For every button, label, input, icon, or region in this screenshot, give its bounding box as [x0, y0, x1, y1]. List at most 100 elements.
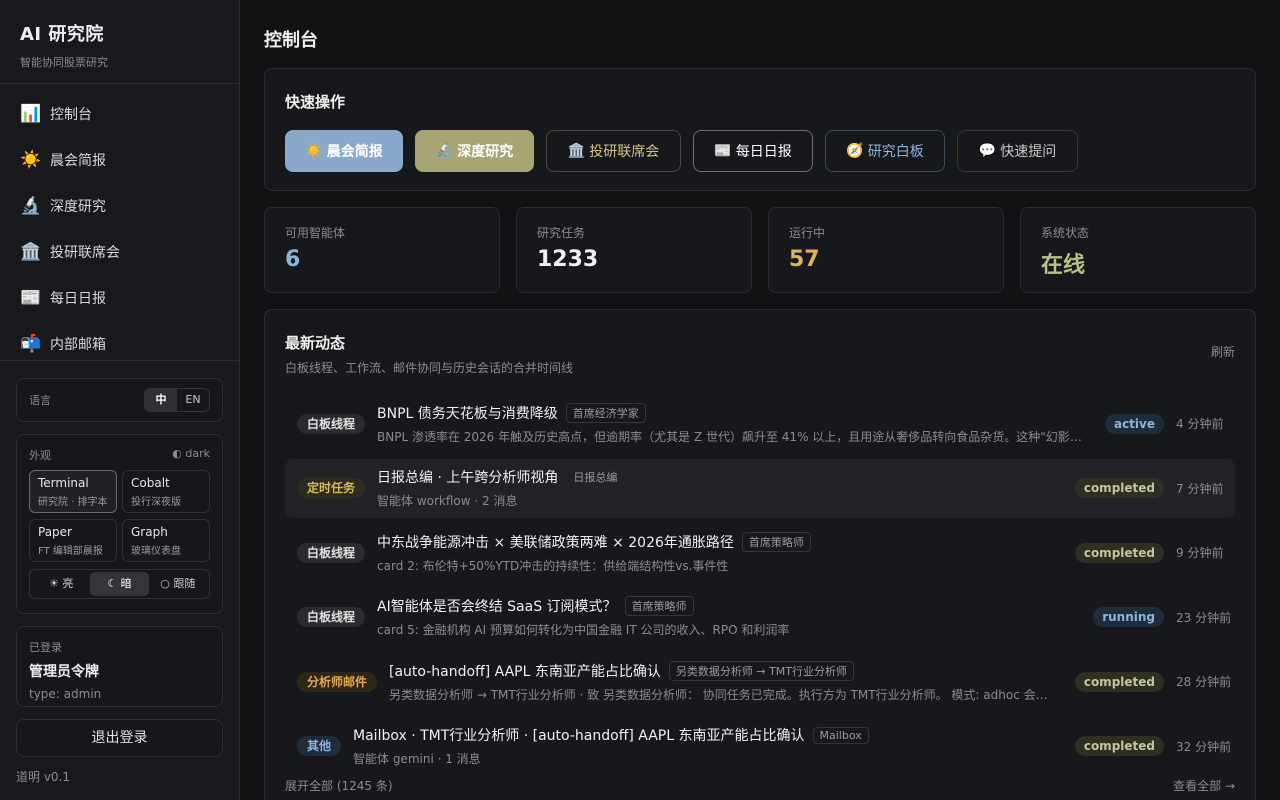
theme-option-terminal[interactable]: Terminal 研究院 · 排字本	[29, 470, 117, 513]
item-time: 32 分钟前	[1176, 739, 1232, 754]
quick-joint-meeting-button[interactable]: 🏛️ 投研联席会	[546, 130, 681, 172]
microscope-icon: 🔬	[20, 196, 42, 216]
list-item[interactable]: 分析师邮件 [auto-handoff] AAPL 东南亚产能占比确认 另类数据…	[285, 652, 1235, 711]
user-card: 已登录 管理员令牌 type: admin	[16, 626, 223, 707]
stat-value: 6	[285, 247, 301, 272]
newspaper-icon: 📰	[20, 288, 42, 308]
item-desc: 另类数据分析师 → TMT行业分析师 · 致 另类数据分析师： 协同任务已完成。…	[389, 687, 1059, 702]
status-badge: active	[1104, 413, 1164, 434]
stat-label: 研究任务	[537, 226, 586, 240]
user-type: type: admin	[29, 687, 102, 701]
sidebar-item-daily-report[interactable]: 📰 每日日报	[0, 275, 239, 321]
speech-bubble-icon: 💬	[978, 143, 997, 159]
theme-option-name: Paper	[38, 525, 72, 539]
classical-building-icon: 🏛️	[20, 242, 42, 262]
view-all-link[interactable]: 查看全部 →	[1173, 777, 1235, 794]
button-label: 快速提问	[1000, 144, 1057, 160]
item-desc: card 5: 金融机构 AI 预算如何转化为中国金融 IT 公司的收入、RPO…	[377, 623, 790, 637]
item-title: 中东战争能源冲击 × 美联储政策两难 × 2026年通胀路径	[377, 534, 734, 551]
quick-morning-brief-button[interactable]: ☀️ 晨会简报	[285, 130, 403, 172]
feed-subtitle: 白板线程、工作流、邮件协同与历史会话的合并时间线	[285, 361, 574, 375]
login-status: 已登录	[29, 641, 62, 654]
item-time: 9 分钟前	[1176, 546, 1224, 560]
quick-whiteboard-button[interactable]: 🧭 研究白板	[825, 130, 945, 172]
theme-option-name: Graph	[131, 525, 168, 539]
item-chip: 日报总编	[573, 471, 618, 484]
item-chip: 另类数据分析师 → TMT行业分析师	[668, 660, 855, 681]
item-title: BNPL 债务天花板与消费降级	[377, 405, 558, 422]
sidebar-item-label: 投研联席会	[50, 245, 120, 261]
sidebar: AI 研究院 智能协同股票研究 📊 控制台 ☀️ 晨会简报 🔬 深度研究 🏛️ …	[0, 0, 240, 800]
stat-value: 在线	[1041, 253, 1086, 278]
sidebar-item-label: 控制台	[50, 107, 92, 123]
item-chip: Mailbox	[812, 726, 869, 744]
app-subtitle: 智能协同股票研究	[20, 56, 108, 69]
item-type-tag: 白板线程	[297, 542, 366, 563]
item-title: 日报总编 · 上午跨分析师视角	[377, 470, 559, 486]
mode-light-button[interactable]: ☀ 亮	[32, 572, 90, 596]
sidebar-item-dashboard[interactable]: 📊 控制台	[0, 91, 239, 137]
language-option-zh[interactable]: 中	[145, 389, 177, 411]
item-type-tag: 分析师邮件	[297, 671, 378, 692]
microscope-icon: 🔬	[435, 143, 454, 159]
status-badge: completed	[1074, 542, 1164, 563]
refresh-button[interactable]: 刷新	[1211, 343, 1235, 360]
sidebar-item-mailbox[interactable]: 📬 内部邮箱	[0, 321, 239, 360]
stat-card-tasks: 研究任务 1233	[516, 207, 752, 293]
button-label: 每日日报	[735, 144, 792, 160]
theme-option-name: Cobalt	[131, 476, 170, 490]
theme-option-graph[interactable]: Graph 玻璃仪表盘	[122, 519, 210, 562]
quick-actions-title: 快速操作	[285, 93, 346, 111]
mode-follow-button[interactable]: ○ 跟随	[149, 572, 207, 596]
logout-button[interactable]: 退出登录	[16, 719, 223, 757]
sun-icon: ☀️	[20, 150, 42, 170]
theme-option-desc: 研究院 · 排字本	[38, 497, 108, 508]
item-chip: 首席经济学家	[565, 402, 646, 423]
item-type-tag: 定时任务	[297, 478, 366, 498]
mailbox-icon: 📬	[20, 334, 42, 354]
sidebar-item-deep-research[interactable]: 🔬 深度研究	[0, 183, 239, 229]
sun-icon: ☀️	[305, 143, 323, 159]
sidebar-item-label: 每日日报	[50, 291, 106, 307]
list-item[interactable]: 白板线程 AI智能体是否会终结 SaaS 订阅模式？ 首席策略师 card 5:…	[285, 588, 1235, 647]
version-label: 道明 v0.1	[16, 770, 71, 784]
quick-ask-button[interactable]: 💬 快速提问	[957, 130, 1078, 172]
language-option-en[interactable]: EN	[177, 389, 209, 411]
sidebar-item-label: 晨会简报	[50, 153, 106, 169]
item-desc: 智能体 gemini · 1 消息	[353, 752, 481, 766]
item-chip: 首席策略师	[624, 596, 694, 616]
language-card: 语言 中 EN	[16, 378, 223, 422]
item-title: [auto-handoff] AAPL 东南亚产能占比确认	[389, 663, 661, 680]
theme-option-cobalt[interactable]: Cobalt 投行深夜版	[122, 470, 210, 513]
item-type-tag: 白板线程	[297, 607, 366, 627]
list-item[interactable]: 其他 Mailbox · TMT行业分析师 · [auto-handoff] A…	[285, 717, 1235, 776]
item-type-tag: 白板线程	[297, 413, 366, 434]
stat-label: 可用智能体	[285, 226, 346, 240]
stat-card-agents: 可用智能体 6	[264, 207, 500, 293]
feed-list: 白板线程 BNPL 债务天花板与消费降级 首席经济学家 BNPL 渗透率在 20…	[285, 394, 1235, 776]
sidebar-item-joint-meeting[interactable]: 🏛️ 投研联席会	[0, 229, 239, 275]
quick-daily-report-button[interactable]: 📰 每日日报	[693, 130, 813, 172]
item-time: 23 分钟前	[1176, 610, 1232, 625]
stat-card-running: 运行中 57	[768, 207, 1004, 293]
expand-all-link[interactable]: 展开全部 (1245 条)	[285, 777, 393, 794]
list-item[interactable]: 定时任务 日报总编 · 上午跨分析师视角 日报总编 智能体 workflow ·…	[285, 458, 1235, 518]
theme-option-name: Terminal	[38, 476, 89, 490]
theme-label: 外观	[29, 449, 51, 462]
theme-option-paper[interactable]: Paper FT 编辑部晨报	[29, 519, 117, 562]
button-label: 晨会简报	[326, 144, 383, 160]
status-badge: completed	[1074, 736, 1164, 756]
item-title: Mailbox · TMT行业分析师 · [auto-handoff] AAPL…	[353, 728, 805, 744]
stat-value: 1233	[537, 247, 599, 272]
mode-dark-button[interactable]: ☾ 暗	[90, 572, 149, 596]
sidebar-item-morning-brief[interactable]: ☀️ 晨会简报	[0, 137, 239, 183]
list-item[interactable]: 白板线程 中东战争能源冲击 × 美联储政策两难 × 2026年通胀路径 首席策略…	[285, 523, 1235, 582]
status-badge: running	[1093, 607, 1164, 627]
quick-deep-research-button[interactable]: 🔬 深度研究	[415, 130, 534, 172]
language-label: 语言	[29, 394, 51, 407]
sidebar-item-label: 内部邮箱	[50, 337, 106, 353]
theme-mode-indicator: ◐ dark	[172, 447, 210, 460]
status-badge: completed	[1074, 478, 1164, 498]
activity-feed-panel: 最新动态 白板线程、工作流、邮件协同与历史会话的合并时间线 刷新 白板线程 BN…	[264, 309, 1256, 800]
list-item[interactable]: 白板线程 BNPL 债务天花板与消费降级 首席经济学家 BNPL 渗透率在 20…	[285, 394, 1235, 453]
